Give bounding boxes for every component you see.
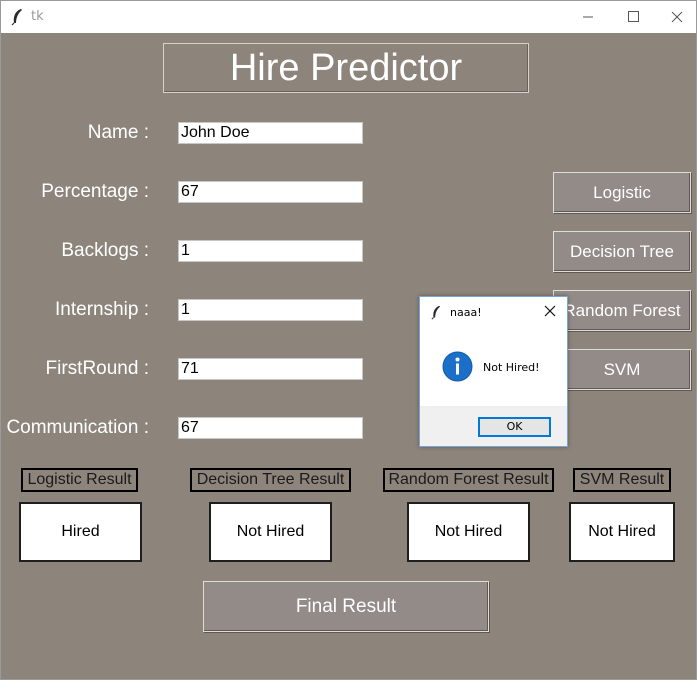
svm-result-value: Not Hired	[569, 502, 675, 562]
maximize-icon	[628, 11, 639, 22]
logistic-button[interactable]: Logistic	[553, 172, 691, 213]
percentage-input[interactable]: 67	[178, 181, 363, 203]
svm-result-label: SVM Result	[573, 468, 671, 492]
decision-tree-button[interactable]: Decision Tree	[553, 231, 691, 272]
message-dialog: naaa! Not Hired! OK	[419, 296, 568, 447]
svm-button[interactable]: SVM	[553, 349, 691, 390]
name-label: Name :	[87, 122, 149, 143]
title-bar[interactable]: tk	[1, 1, 696, 33]
close-window-button[interactable]	[655, 1, 697, 33]
minimize-button[interactable]	[565, 1, 611, 33]
page-title-box: Hire Predictor	[163, 43, 529, 93]
window-title: tk	[31, 9, 44, 24]
app-window: tk Hire Predictor Name : Percentage : Ba…	[0, 0, 697, 680]
internship-label: Internship :	[55, 299, 149, 320]
communication-label: Communication :	[6, 417, 149, 438]
main-panel: Hire Predictor Name : Percentage : Backl…	[1, 33, 696, 679]
firstround-input[interactable]: 71	[178, 358, 363, 380]
dialog-footer: OK	[420, 406, 567, 446]
internship-input[interactable]: 1	[178, 299, 363, 321]
decision-tree-result-value: Not Hired	[209, 502, 332, 562]
page-title: Hire Predictor	[229, 47, 463, 89]
decision-tree-result-label: Decision Tree Result	[190, 468, 351, 492]
close-icon	[544, 305, 556, 317]
backlogs-label: Backlogs :	[61, 240, 149, 261]
minimize-icon	[583, 16, 593, 18]
feather-icon	[11, 9, 22, 26]
logistic-result-value: Hired	[19, 502, 142, 562]
percentage-label: Percentage :	[41, 181, 149, 202]
random-forest-result-label: Random Forest Result	[383, 468, 554, 492]
logistic-result-label: Logistic Result	[21, 468, 138, 492]
firstround-label: FirstRound :	[45, 358, 149, 379]
random-forest-result-value: Not Hired	[407, 502, 530, 562]
dialog-title: naaa!	[450, 306, 482, 319]
maximize-button[interactable]	[610, 1, 656, 33]
backlogs-input[interactable]: 1	[178, 240, 363, 262]
final-result-button[interactable]: Final Result	[203, 581, 489, 632]
close-icon	[671, 11, 683, 23]
communication-input[interactable]: 67	[178, 417, 363, 439]
feather-icon	[431, 305, 441, 320]
ok-button[interactable]: OK	[478, 417, 551, 437]
dialog-message: Not Hired!	[483, 361, 540, 374]
name-input[interactable]: John Doe	[178, 122, 363, 144]
random-forest-button[interactable]: Random Forest	[553, 290, 691, 331]
dialog-close-button[interactable]	[542, 303, 558, 319]
info-icon	[442, 351, 473, 382]
